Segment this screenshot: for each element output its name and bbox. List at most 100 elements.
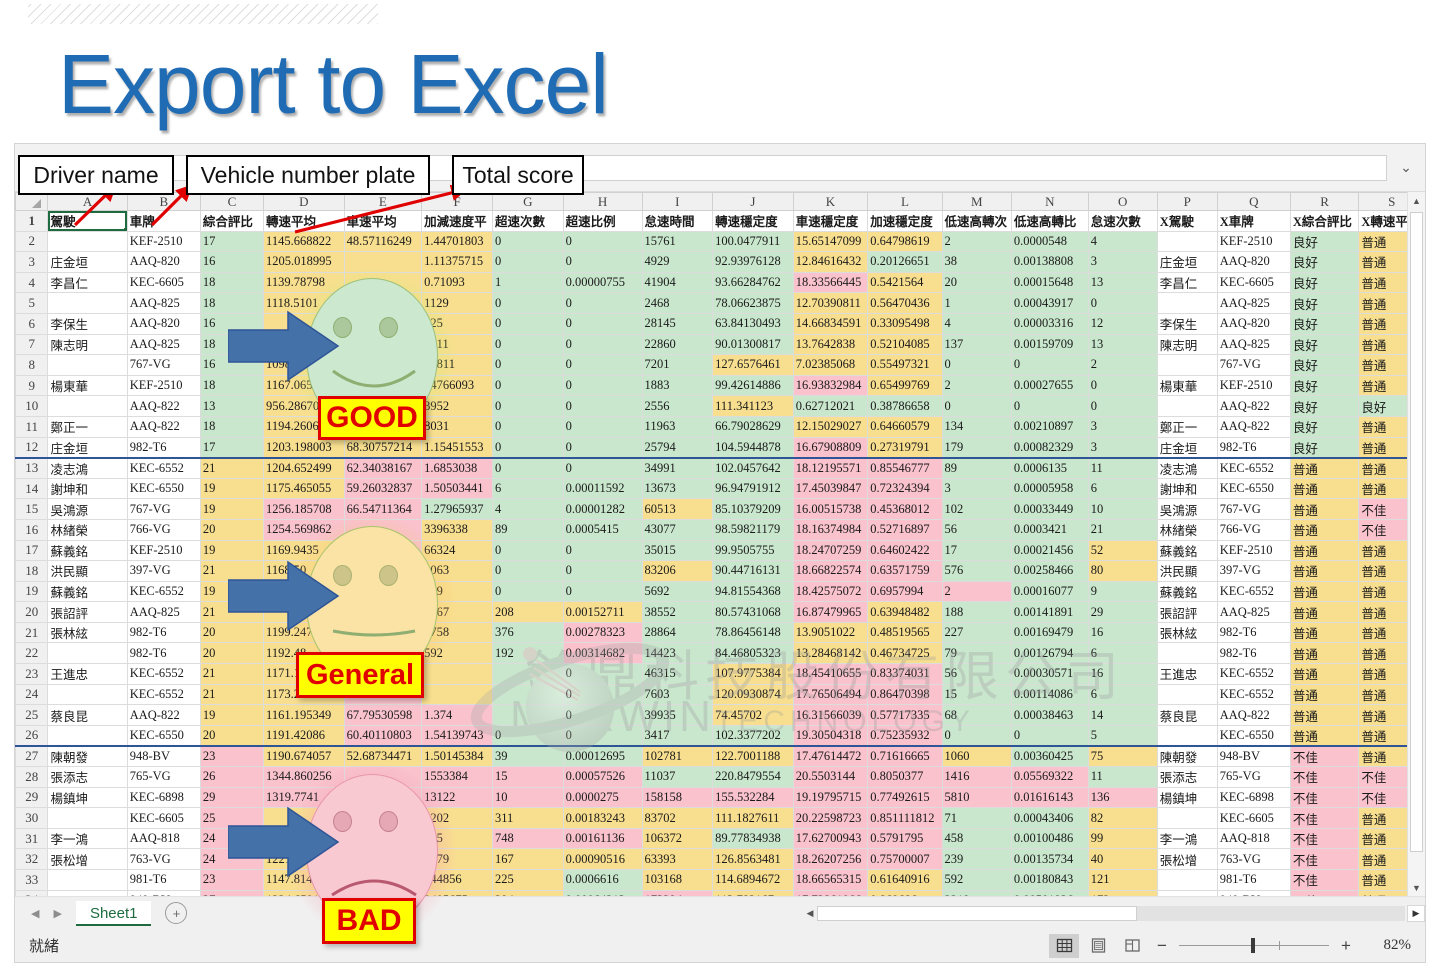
cell-B12[interactable]: 982-T6 [126,436,201,459]
cell-B10[interactable]: AAQ-822 [126,395,201,417]
cell-I20[interactable]: 38552 [641,601,714,623]
cell-K31[interactable]: 17.62700943 [792,827,869,850]
cell-B14[interactable]: KEC-6550 [126,477,201,500]
cell-R5[interactable]: 良好 [1289,292,1360,314]
cell-P23[interactable]: 王進忠 [1156,663,1218,685]
cell-O7[interactable]: 13 [1087,333,1158,356]
cell-A24[interactable] [47,683,128,706]
cell-J7[interactable]: 90.01300817 [712,333,794,356]
cell-Q20[interactable]: AAQ-825 [1216,601,1291,623]
cell-E2[interactable]: 48.57116249 [343,230,423,253]
cell-H23[interactable]: 0 [562,663,643,685]
row-header-10[interactable]: 10 [15,395,49,417]
cell-I24[interactable]: 7603 [641,683,714,706]
cell-L12[interactable]: 0.27319791 [867,436,943,459]
cell-G15[interactable]: 4 [492,498,564,520]
cell-B18[interactable]: 397-VG [126,560,201,582]
cell-O31[interactable]: 99 [1087,827,1158,850]
cell-J31[interactable]: 89.77834938 [712,827,794,850]
cell-P18[interactable]: 洪民顯 [1156,560,1218,582]
cell-J27[interactable]: 122.7001188 [712,744,794,768]
cell-A32[interactable]: 張松增 [47,848,128,870]
cell-O11[interactable]: 3 [1087,415,1158,438]
cell-R31[interactable]: 不佳 [1289,827,1360,850]
cell-A30[interactable] [47,807,128,829]
cell-Q15[interactable]: 767-VG [1216,498,1291,520]
zoom-in-button[interactable]: + [1335,936,1357,956]
row-header-23[interactable]: 23 [15,663,49,685]
cell-M19[interactable]: 2 [941,580,1012,603]
cell-G29[interactable]: 10 [492,786,564,809]
cell-J23[interactable]: 107.9775384 [712,663,794,685]
cell-Q6[interactable]: AAQ-820 [1216,312,1291,335]
cell-R6[interactable]: 良好 [1289,312,1360,335]
cell-D25[interactable]: 1161.195349 [263,704,345,726]
cell-K32[interactable]: 18.26207256 [792,848,869,870]
cell-G16[interactable]: 89 [492,518,564,541]
add-sheet-icon[interactable]: + [165,902,188,924]
row-header-6[interactable]: 6 [15,312,49,335]
row-header-2[interactable]: 2 [15,230,49,253]
cell-M20[interactable]: 188 [941,601,1012,623]
cell-P20[interactable]: 張詔評 [1156,601,1218,623]
cell-I11[interactable]: 11963 [641,415,714,438]
cell-C27[interactable]: 23 [199,744,265,768]
cell-Q19[interactable]: KEC-6552 [1216,580,1291,603]
cell-J24[interactable]: 120.0930874 [712,683,794,706]
cell-D12[interactable]: 1203.198003 [263,436,345,459]
cell-M14[interactable]: 3 [941,477,1012,500]
cell-G25[interactable] [492,704,564,726]
cell-G2[interactable]: 0 [492,230,564,253]
spreadsheet-grid[interactable]: ABCDEFGHIJKLMNOPQRS 1 駕駛 車牌 綜合評比 轉速平均 車速平均 加減速… [15,192,1425,896]
row-header-11[interactable]: 11 [15,415,49,438]
cell-I15[interactable]: 60513 [641,498,714,520]
cell-M2[interactable]: 2 [941,230,1012,253]
cell-C10[interactable]: 13 [199,395,265,417]
cell-K33[interactable]: 18.66565315 [792,869,869,891]
cell-I4[interactable]: 41904 [641,271,714,294]
column-header-M[interactable]: M [941,192,1012,211]
cell-J21[interactable]: 78.86456148 [712,621,794,644]
row-header-9[interactable]: 9 [15,374,49,397]
cell-P12[interactable]: 庄金垣 [1156,436,1218,459]
column-header-E[interactable]: E [343,192,423,211]
cell-R25[interactable]: 普通 [1289,704,1360,726]
cell-R13[interactable]: 普通 [1289,456,1360,479]
cell-F27[interactable]: 1.50145384 [421,744,494,768]
cell-P4[interactable]: 李昌仁 [1156,271,1218,294]
cell-L10[interactable]: 0.38786658 [867,395,943,417]
cell-I27[interactable]: 102781 [641,744,714,768]
cell-G24[interactable] [492,683,564,706]
cell-M30[interactable]: 71 [941,807,1012,829]
cell-N29[interactable]: 0.01616143 [1010,786,1089,809]
cell-N17[interactable]: 0.00021456 [1010,539,1089,562]
column-header-A[interactable]: A [47,192,128,211]
cell-F28[interactable]: 1553384 [421,766,494,788]
cell-P27[interactable]: 陳朝發 [1156,744,1218,768]
cell-I28[interactable]: 11037 [641,766,714,788]
zoom-out-button[interactable]: − [1151,936,1173,956]
row-header-5[interactable]: 5 [15,292,49,314]
cell-C22[interactable]: 20 [199,642,265,665]
cell-J15[interactable]: 85.10379209 [712,498,794,520]
cell-N5[interactable]: 0.00043917 [1010,292,1089,314]
cell-C23[interactable]: 21 [199,663,265,685]
cell-G33[interactable]: 225 [492,869,564,891]
cell-N27[interactable]: 0.00360425 [1010,744,1089,768]
cell-K10[interactable]: 0.62712021 [792,395,869,417]
cell-O26[interactable]: 5 [1087,724,1158,747]
cell-L7[interactable]: 0.52104085 [867,333,943,356]
cell-Q31[interactable]: AAQ-818 [1216,827,1291,850]
cell-O24[interactable]: 6 [1087,683,1158,706]
cell-J16[interactable]: 98.59821179 [712,518,794,541]
cell-F13[interactable]: 1.6853038 [421,456,494,479]
cell-G10[interactable]: 0 [492,395,564,417]
cell-M29[interactable]: 5810 [941,786,1012,809]
cell-H29[interactable]: 0.0000275 [562,786,643,809]
cell-R17[interactable]: 普通 [1289,539,1360,562]
cell-J9[interactable]: 99.42614886 [712,374,794,397]
column-header-B[interactable]: B [126,192,201,211]
cell-A14[interactable]: 謝坤和 [47,477,128,500]
cell-H17[interactable]: 0 [562,539,643,562]
zoom-slider-thumb[interactable] [1251,938,1255,953]
